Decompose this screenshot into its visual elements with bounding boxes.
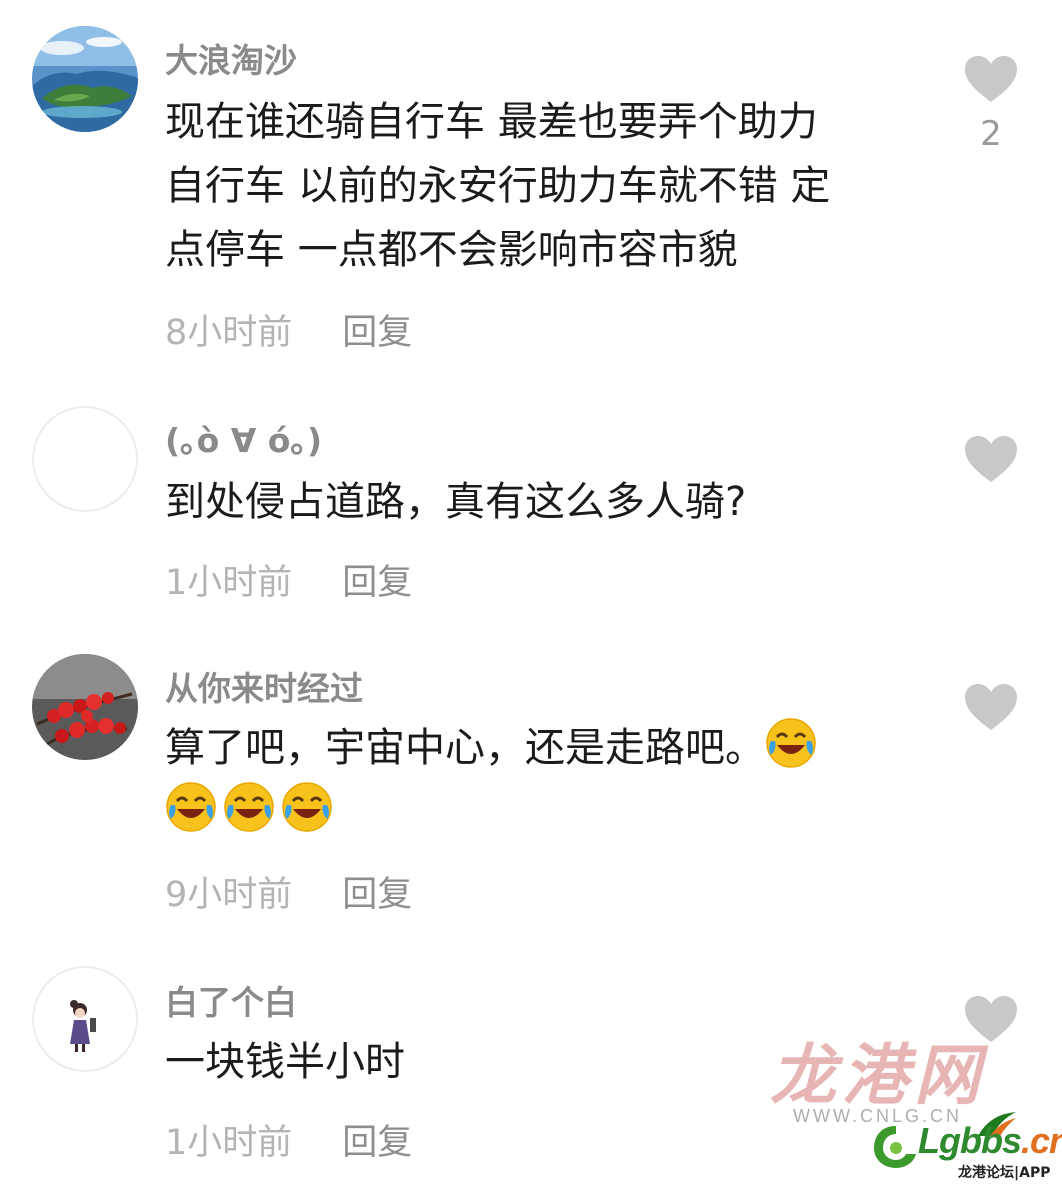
emoji-line [165,780,935,844]
comment-text-content: 算了吧，宇宙中心，还是走路吧。 [165,725,765,771]
like-button[interactable] [962,434,1020,484]
comment-meta: 1小时前 回复 [165,554,412,605]
like-button[interactable] [962,994,1020,1044]
comment-time: 9小时前 [165,875,293,915]
like-button[interactable]: 2 [962,54,1020,154]
reply-button[interactable]: 回复 [342,313,412,353]
red-berries-avatar-image [32,654,138,760]
comment-username[interactable]: 大浪淘沙 [165,34,297,82]
comment-text: 算了吧，宇宙中心，还是走路吧。 [165,716,935,844]
blank-avatar-image [32,406,138,512]
comment-time: 1小时前 [165,1123,293,1163]
like-count: 2 [980,114,1002,154]
comment-text-line: 算了吧，宇宙中心，还是走路吧。 [165,716,935,780]
comment-meta: 8小时前 回复 [165,304,412,355]
comment-time: 1小时前 [165,563,293,603]
comment-username[interactable]: 白了个白 [165,976,297,1024]
avatar[interactable] [32,654,138,760]
comment-text-line: 到处侵占道路，真有这么多人骑? [165,479,747,525]
heart-icon [965,996,1017,1042]
heart-icon [965,56,1017,102]
reply-button[interactable]: 回复 [342,875,412,915]
laughing-crying-emoji [766,718,816,768]
comment-text: 到处侵占道路，真有这么多人骑? [165,470,935,534]
like-button[interactable] [962,682,1020,732]
comment-time: 8小时前 [165,313,293,353]
heart-icon [965,684,1017,730]
comment-meta: 9小时前 回复 [165,866,412,917]
comment-username[interactable]: (｡ò ∀ ó｡) [165,414,322,462]
comment-1: 大浪淘沙 现在谁还骑自行车 最差也要弄个助力 自行车 以前的永安行助力车就不错 … [0,0,1062,380]
comment-text-line: 一块钱半小时 [165,1039,405,1085]
laughing-crying-emoji [224,782,274,832]
comment-text: 现在谁还骑自行车 最差也要弄个助力 自行车 以前的永安行助力车就不错 定 点停车… [165,90,935,282]
comment-text-line: 现在谁还骑自行车 最差也要弄个助力 [165,99,818,145]
comment-text-line: 点停车 一点都不会影响市容市貌 [165,227,738,273]
comment-3: 从你来时经过 算了吧，宇宙中心，还是走路吧。 9小时前 回复 [0,630,1062,946]
comment-text: 一块钱半小时 [165,1030,935,1094]
comment-4: 白了个白 一块钱半小时 1小时前 回复 [0,946,1062,1186]
reply-button[interactable]: 回复 [342,1123,412,1163]
island-landscape-avatar-image [32,26,138,132]
comment-meta: 1小时前 回复 [165,1114,412,1165]
comment-2: (｡ò ∀ ó｡) 到处侵占道路，真有这么多人骑? 1小时前 回复 [0,380,1062,630]
avatar[interactable] [32,406,138,512]
laughing-crying-emoji [166,782,216,832]
avatar[interactable] [32,966,138,1072]
avatar[interactable] [32,26,138,132]
reply-button[interactable]: 回复 [342,563,412,603]
comment-username[interactable]: 从你来时经过 [165,662,363,710]
laughing-crying-emoji [282,782,332,832]
cartoon-girl-avatar-image [32,966,138,1072]
heart-icon [965,436,1017,482]
comment-text-line: 自行车 以前的永安行助力车就不错 定 [165,163,831,209]
